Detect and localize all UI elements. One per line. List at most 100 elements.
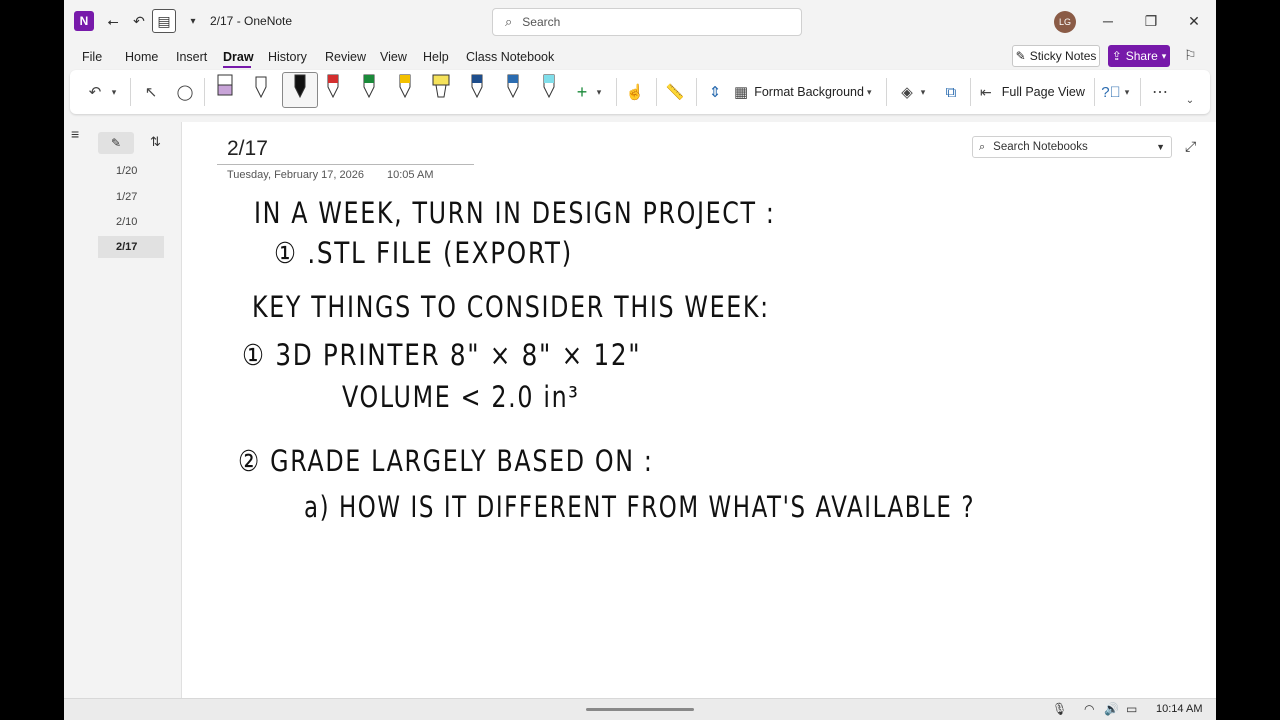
format-background-label: Format Background	[754, 85, 864, 99]
page-item-1-27[interactable]: 1/27	[98, 186, 164, 208]
pages-list: ✎ ⇅ 1/20 1/27 2/10 2/17	[92, 122, 182, 698]
navigation-strip: ≡	[64, 122, 92, 698]
menu-help[interactable]: Help	[423, 50, 449, 64]
wifi-icon[interactable]: ◠	[1084, 702, 1094, 716]
ruler-icon[interactable]: 📏	[664, 76, 686, 108]
add-pen-icon[interactable]: +	[572, 76, 592, 108]
divider	[204, 78, 205, 106]
chevron-down-icon: ▾	[1161, 50, 1167, 61]
ink-line-4: ① 3D PRINTER 8" × 8" × 12"	[242, 338, 642, 372]
lasso-select-icon[interactable]: ◯	[174, 76, 196, 108]
pencil-icon[interactable]	[252, 73, 270, 99]
page-date: Tuesday, February 17, 2026	[227, 169, 364, 181]
page-time: 10:05 AM	[387, 169, 434, 181]
volume-icon[interactable]: 🔊	[1104, 702, 1119, 716]
page-item-1-20[interactable]: 1/20	[98, 160, 164, 182]
onenote-logo-icon: N	[74, 11, 94, 31]
share-icon: ⇪	[1111, 49, 1122, 63]
cyan-pen-icon[interactable]	[540, 73, 558, 99]
divider	[130, 78, 131, 106]
divider	[696, 78, 697, 106]
shapes-icon[interactable]: ◈	[896, 76, 918, 108]
menu-home[interactable]: Home	[125, 50, 158, 64]
ink-line-1: IN A WEEK, TURN IN DESIGN PROJECT :	[254, 196, 776, 230]
add-page-button[interactable]: ✎	[98, 132, 134, 154]
expand-icon[interactable]: ⤢	[1185, 138, 1196, 155]
menu-review[interactable]: Review	[325, 50, 366, 64]
ribbon-collapse-chevron-icon[interactable]: ⌄	[1182, 84, 1198, 116]
system-clock: 10:14 AM	[1156, 703, 1203, 715]
new-page-icon: ✎	[110, 136, 122, 150]
minimize-button[interactable]: ─	[1096, 10, 1120, 32]
avatar[interactable]: LG	[1054, 11, 1076, 33]
close-button[interactable]: ✕	[1182, 10, 1206, 32]
feedback-icon[interactable]: ⚐	[1184, 47, 1197, 64]
red-pen-icon[interactable]	[324, 73, 342, 99]
search-icon: ⌕	[505, 14, 513, 29]
chevron-down-icon[interactable]: ▾	[1122, 76, 1132, 108]
format-background-button[interactable]: ▦ Format Background ▾	[734, 76, 884, 108]
select-arrow-icon[interactable]: ↖	[140, 76, 162, 108]
back-arrow-icon[interactable]: ⭠	[102, 10, 124, 32]
full-page-view-button[interactable]: ⇤ Full Page View	[980, 76, 1090, 108]
more-options-icon[interactable]: ⋯	[1148, 76, 1172, 108]
menu-view[interactable]: View	[380, 50, 407, 64]
ink-line-2: ① .STL FILE (EXPORT)	[274, 236, 573, 270]
undo-icon[interactable]: ↶	[128, 10, 150, 32]
menu-insert[interactable]: Insert	[176, 50, 207, 64]
chevron-down-icon[interactable]: ▾	[594, 76, 604, 108]
chevron-down-icon[interactable]: ▾	[108, 76, 120, 108]
microphone-icon[interactable]: 🎙	[1052, 702, 1067, 716]
draw-ribbon: ↶ ▾ ↖ ◯ + ▾ ☝ 📏 ⇕ ▦ Format Background ▾ …	[70, 70, 1210, 114]
share-button[interactable]: ⇪ Share ▾	[1108, 45, 1170, 67]
search-notebooks-dropdown[interactable]: ⌕ Search Notebooks ▼	[972, 136, 1172, 158]
full-page-view-icon: ⇤	[980, 83, 992, 100]
touch-draw-icon[interactable]: ☝	[624, 76, 646, 108]
page-item-2-17[interactable]: 2/17	[98, 236, 164, 258]
sticky-notes-button[interactable]: ✎ Sticky Notes	[1012, 45, 1100, 67]
menu-history[interactable]: History	[268, 50, 307, 64]
active-tab-indicator	[223, 66, 251, 68]
search-input[interactable]: ⌕ Search	[492, 8, 802, 36]
chevron-down-icon: ▼	[1156, 142, 1165, 152]
divider	[1140, 78, 1141, 106]
divider	[1094, 78, 1095, 106]
page-view-icon[interactable]: ▤	[152, 9, 176, 33]
highlighter-pen-icon[interactable]	[216, 73, 234, 99]
help-icon[interactable]: ?⃝	[1100, 76, 1122, 108]
page-item-2-10[interactable]: 2/10	[98, 211, 164, 233]
undo-icon[interactable]: ↶	[84, 76, 106, 108]
blue-pen-icon[interactable]	[504, 73, 522, 99]
yellow-pen-icon[interactable]	[396, 73, 414, 99]
yellow-highlighter-icon[interactable]	[432, 73, 450, 99]
navy-pen-icon[interactable]	[468, 73, 486, 99]
insert-space-icon[interactable]: ⇕	[704, 76, 726, 108]
sticky-notes-label: Sticky Notes	[1029, 49, 1097, 63]
divider	[970, 78, 971, 106]
chevron-down-icon[interactable]: ▾	[918, 76, 928, 108]
green-pen-icon[interactable]	[360, 73, 378, 99]
onenote-window: N ⭠ ↶ ▤ ▾ 2/17 - OneNote ⌕ Search LG ─ ❐…	[64, 0, 1216, 720]
restore-button[interactable]: ❐	[1139, 10, 1163, 32]
battery-icon[interactable]: ▭	[1126, 702, 1137, 716]
ink-line-6: ② GRADE LARGELY BASED ON :	[238, 444, 654, 478]
menu-class-notebook[interactable]: Class Notebook	[466, 50, 554, 64]
black-pen-icon[interactable]	[291, 73, 309, 99]
divider	[616, 78, 617, 106]
hamburger-menu-icon[interactable]: ≡	[71, 126, 79, 142]
window-title: 2/17 - OneNote	[210, 14, 293, 28]
share-label: Share	[1125, 49, 1158, 63]
menu-file[interactable]: File	[82, 50, 102, 64]
divider	[886, 78, 887, 106]
menu-draw[interactable]: Draw	[223, 50, 254, 64]
note-canvas[interactable]: 2/17 Tuesday, February 17, 2026 10:05 AM…	[182, 122, 1216, 698]
taskbar: 🎙 ◠ 🔊 ▭ 10:14 AM	[64, 698, 1216, 720]
ink-to-shape-icon[interactable]: ⧉	[940, 76, 962, 108]
page-title[interactable]: 2/17	[227, 137, 268, 161]
divider	[656, 78, 657, 106]
search-icon: ⌕	[979, 140, 986, 153]
horizontal-scrollbar[interactable]	[586, 708, 694, 711]
ink-line-7: a) HOW IS IT DIFFERENT FROM WHAT'S AVAIL…	[304, 490, 976, 524]
chevron-down-icon[interactable]: ▾	[182, 10, 204, 32]
sort-pages-icon[interactable]: ⇅	[150, 134, 161, 150]
